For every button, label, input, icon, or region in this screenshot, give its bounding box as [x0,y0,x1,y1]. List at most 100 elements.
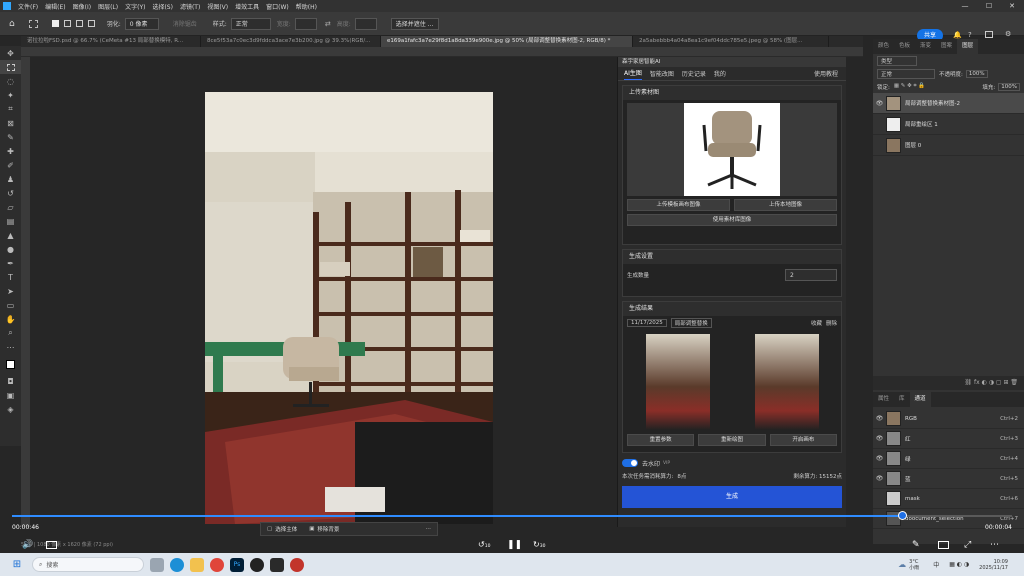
ps-logo-icon[interactable] [3,2,11,10]
tab-libraries[interactable]: 库 [894,392,910,407]
start-icon[interactable]: ⊞ [10,558,24,572]
weather-icon[interactable]: ☁ [898,560,906,569]
use-library-button[interactable]: 使用素材库图像 [627,214,837,226]
quick-mask-icon[interactable]: ◘ [0,374,21,388]
menu-image[interactable]: 图像(I) [73,2,91,11]
select-mask-button[interactable]: 选择并遮住 ... [390,17,439,30]
menu-select[interactable]: 选择(S) [152,2,173,11]
feather-input[interactable]: 0 像素 [124,17,159,30]
path-select-icon[interactable]: ➤ [0,284,21,298]
tab-ai-generate[interactable]: AI生图 [624,68,642,80]
add-selection-icon[interactable] [63,20,71,27]
width-input[interactable] [294,17,317,30]
result-image[interactable] [645,334,710,430]
channel-row[interactable]: 👁 RGB Ctrl+2 [873,409,1024,429]
menu-window[interactable]: 窗口(W) [266,2,289,11]
tab-layers[interactable]: 图层 [957,39,979,54]
open-canvas-button[interactable]: 开启画布 [769,434,837,446]
layer-name[interactable]: 局部重绘区 1 [905,120,938,128]
doc-tab-active[interactable]: e169a1fafc3a7e29f8d1a8da339e900e.jpg @ 5… [381,36,633,47]
document-image[interactable] [205,92,493,524]
menu-filter[interactable]: 滤镜(T) [180,2,200,11]
tab-channels[interactable]: 通道 [909,392,931,407]
marquee-tool-icon[interactable] [0,60,21,74]
healing-brush-icon[interactable]: ✚ [0,144,21,158]
subtract-selection-icon[interactable] [75,20,83,27]
tab-patterns[interactable]: 图案 [936,39,957,54]
antialias-checkbox[interactable]: 消除锯齿 [173,19,197,28]
intersect-selection-icon[interactable] [87,20,95,27]
type-tool-icon[interactable]: T [0,270,21,284]
reset-params-button[interactable]: 重置参数 [627,434,695,446]
result-image[interactable] [754,334,819,430]
brush-tool-icon[interactable]: ✐ [0,158,21,172]
menu-file[interactable]: 文件(F) [18,2,38,11]
taskbar-search[interactable]: ⌕ 搜索 [32,557,144,572]
settings-section-title[interactable]: 生成设置 [623,250,841,264]
workspace-icon[interactable] [985,31,993,38]
app-icon-2[interactable] [270,557,284,572]
home-icon[interactable]: ⌂ [9,19,15,29]
arrange-icon[interactable]: ⚙ [1005,30,1011,38]
eraser-icon[interactable]: ▱ [0,200,21,214]
miniplayer-icon[interactable] [938,541,949,549]
video-scrubber-handle[interactable] [898,511,907,520]
minimize-icon[interactable]: — [954,0,976,12]
count-select[interactable]: 2 [785,269,837,281]
layer-actions-icons[interactable]: ⛓ fx ◐ ◑ ▢ ⊞ 🗑 [964,379,1018,386]
eye-icon[interactable]: 👁 [873,455,886,462]
upload-local-button[interactable]: 上传本地图像 [734,199,837,211]
tray-lang[interactable]: 中 [933,560,939,569]
tab-swatches[interactable]: 色板 [894,39,915,54]
tab-color[interactable]: 颜色 [873,39,894,54]
lasso-tool-icon[interactable]: ◌ [0,74,21,88]
file-explorer-icon[interactable] [190,557,204,572]
results-section-title[interactable]: 生成结果 [623,302,841,316]
screen-mode-icon[interactable]: ▣ [0,388,21,402]
weather-widget[interactable]: 3°C 小雨 [909,559,919,571]
eye-icon[interactable]: 👁 [873,100,886,107]
swap-icon[interactable]: ⇄ [325,20,331,28]
video-progress-track[interactable] [12,511,1012,520]
upload-canvas-button[interactable]: 上传模板画布图像 [627,199,730,211]
doc-tab[interactable]: 2a5abebbb4a04a8ea1c9ef04ddc785e5.jpeg @ … [633,36,829,47]
edit-icon[interactable]: ✎ [912,540,920,550]
layer-name[interactable]: 图层 0 [905,141,921,149]
channel-row[interactable]: 👁 绿 Ctrl+4 [873,449,1024,469]
bell-icon[interactable]: 🔔 [953,31,962,39]
app-icon[interactable] [250,557,264,572]
help-link[interactable]: 使用教程 [814,69,838,78]
volume-icon[interactable]: 🔊 [22,540,33,550]
zoom-tool-icon[interactable]: ⌕ [0,326,21,340]
hand-tool-icon[interactable]: ✋ [0,312,21,326]
layer-row[interactable]: 局部重绘区 1 [873,114,1024,135]
upload-preview[interactable] [627,103,837,196]
task-view-icon[interactable] [150,557,164,572]
layer-row[interactable]: 👁 局部调整替换素材图-2 [873,93,1024,114]
style-select[interactable]: 正常 [230,17,271,30]
fill-input[interactable]: 100% [998,82,1020,91]
tab-gradients[interactable]: 渐变 [915,39,936,54]
magic-wand-icon[interactable]: ✦ [0,88,21,102]
menu-view[interactable]: 视图(V) [207,2,228,11]
menu-edit[interactable]: 编辑(E) [45,2,65,11]
captions-icon[interactable] [46,541,57,549]
eye-icon[interactable]: 👁 [873,435,886,442]
crop-tool-icon[interactable]: ⌗ [0,102,21,116]
forward-button[interactable]: ↻30 [533,540,545,549]
maximize-icon[interactable]: ☐ [978,0,1000,12]
blend-mode-select[interactable]: 正常 [877,68,935,79]
extra-tool-icon[interactable]: ◈ [0,402,21,416]
opacity-input[interactable]: 100% [965,69,988,78]
channel-row[interactable]: mask Ctrl+6 [873,489,1024,509]
app-icon-3[interactable] [290,557,304,572]
color-swatches-icon[interactable] [0,354,21,374]
fullscreen-icon[interactable]: ⤢ [964,540,971,550]
gradient-icon[interactable]: ▤ [0,214,21,228]
rewind-button[interactable]: ↺10 [478,540,490,549]
layer-row[interactable]: 图层 0 [873,135,1024,156]
marquee-tool-icon[interactable] [28,19,38,28]
new-selection-icon[interactable] [51,20,59,27]
channel-row[interactable]: 👁 红 Ctrl+3 [873,429,1024,449]
more-options-icon[interactable]: ⋯ [990,540,999,550]
